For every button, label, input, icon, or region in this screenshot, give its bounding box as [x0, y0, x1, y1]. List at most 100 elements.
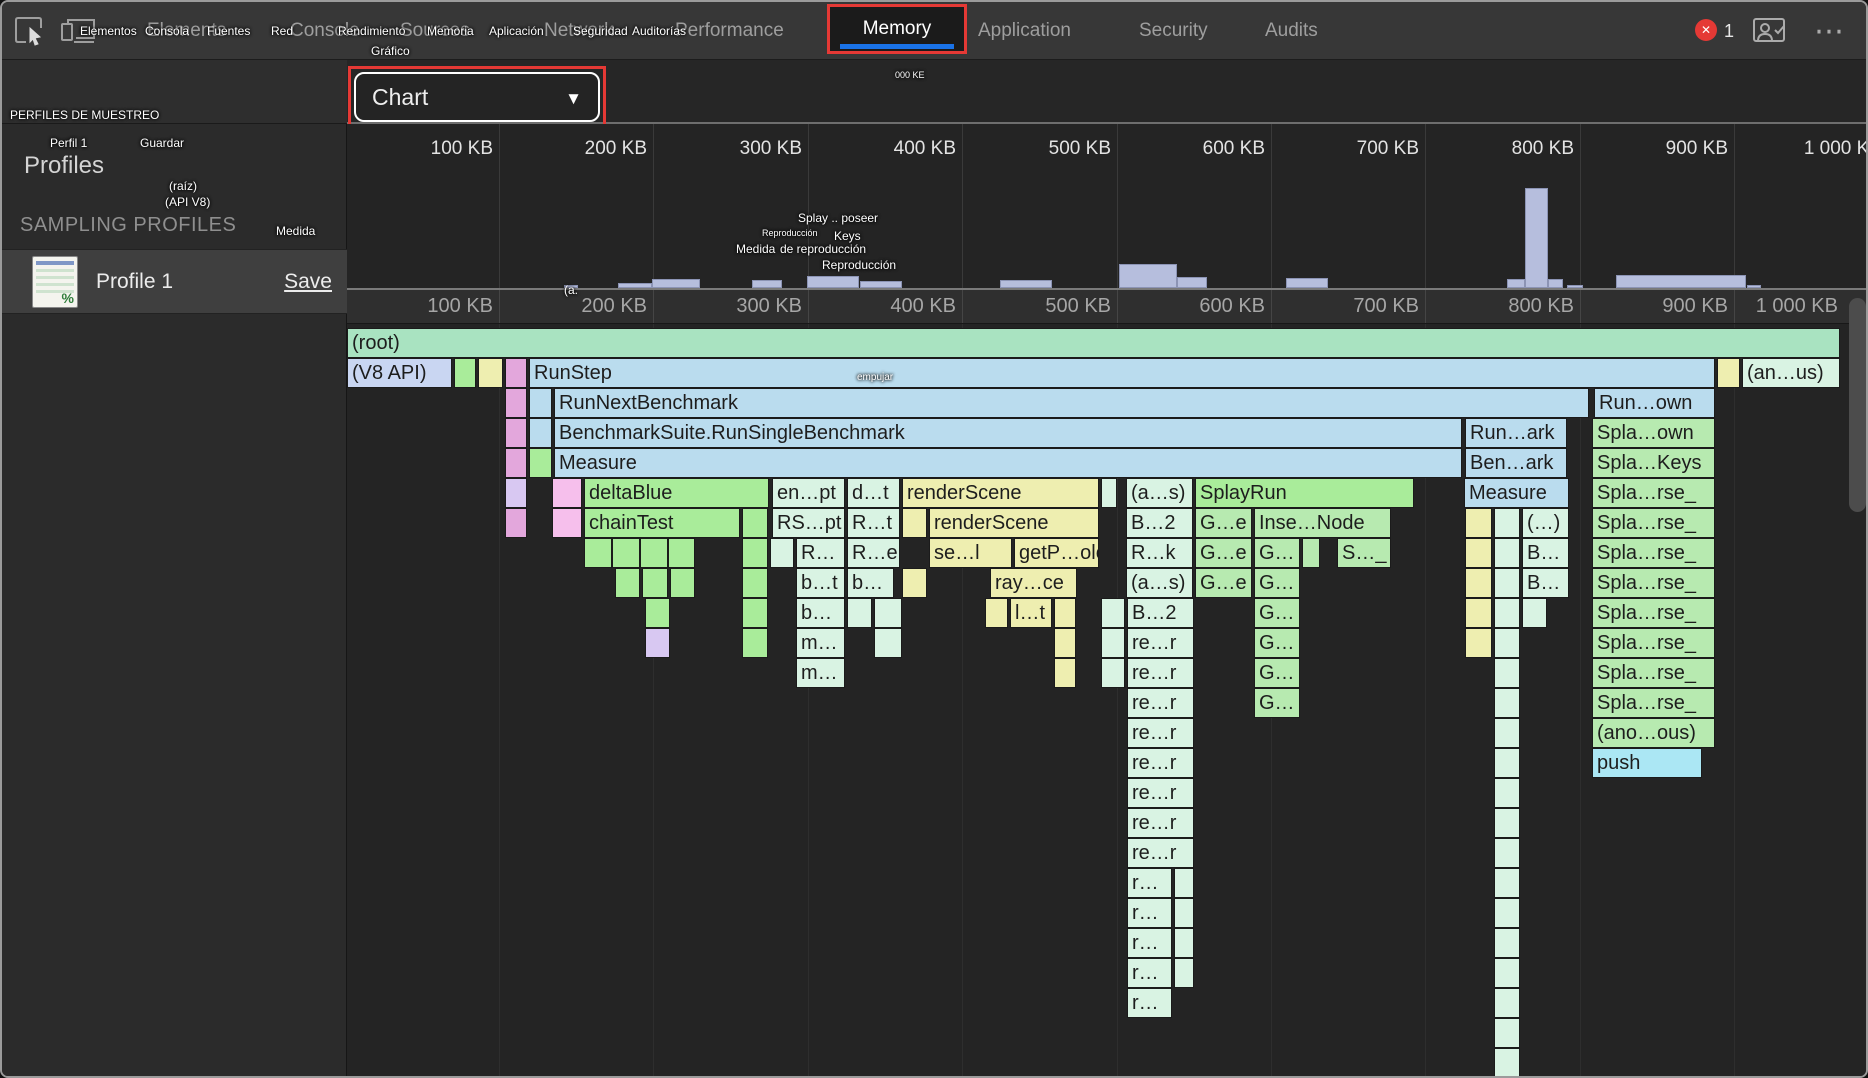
flame-block[interactable]: [505, 448, 527, 478]
flame-block[interactable]: re…r: [1127, 718, 1194, 748]
flame-block[interactable]: RunStep: [529, 358, 1715, 388]
flame-block[interactable]: [742, 598, 768, 628]
flame-block[interactable]: G…e: [1195, 568, 1252, 598]
save-link[interactable]: Save: [284, 270, 332, 294]
flame-block[interactable]: [552, 508, 582, 538]
flame-block[interactable]: re…r: [1127, 808, 1194, 838]
flame-block[interactable]: [1101, 598, 1125, 628]
flame-block[interactable]: Spla…rse_: [1592, 598, 1715, 628]
flame-block[interactable]: [1494, 628, 1520, 658]
flame-block[interactable]: [1101, 478, 1117, 508]
flame-block[interactable]: [874, 598, 902, 628]
flame-block[interactable]: b…t: [796, 568, 845, 598]
flame-block[interactable]: renderScene: [929, 508, 1099, 538]
flame-block[interactable]: [1494, 988, 1520, 1018]
flame-block[interactable]: [1494, 508, 1520, 538]
flame-block[interactable]: [770, 538, 794, 568]
flame-block[interactable]: [1465, 508, 1492, 538]
flame-block[interactable]: re…r: [1127, 838, 1194, 868]
flame-block[interactable]: [1494, 898, 1520, 928]
flame-block[interactable]: [1174, 928, 1194, 958]
flame-block[interactable]: d…t: [847, 478, 900, 508]
flame-block[interactable]: [1494, 658, 1520, 688]
flame-block[interactable]: (a…s): [1126, 568, 1193, 598]
flame-block[interactable]: [529, 448, 552, 478]
flame-block[interactable]: B…: [1522, 568, 1569, 598]
flame-block[interactable]: Spla…own: [1592, 418, 1715, 448]
flame-block[interactable]: (V8 API): [347, 358, 452, 388]
flame-block[interactable]: BenchmarkSuite.RunSingleBenchmark: [554, 418, 1462, 448]
vertical-scrollbar[interactable]: [1849, 298, 1866, 512]
flame-block[interactable]: r…: [1127, 928, 1172, 958]
flame-block[interactable]: G…: [1254, 688, 1300, 718]
flame-block[interactable]: [1494, 538, 1520, 568]
flame-block[interactable]: m…: [796, 628, 845, 658]
flame-block[interactable]: [505, 388, 527, 418]
flame-block[interactable]: [505, 478, 527, 508]
flame-block[interactable]: (an…us): [1742, 358, 1840, 388]
overflow-icon[interactable]: ⋯: [1814, 2, 1846, 60]
flame-block[interactable]: m…: [796, 658, 845, 688]
flame-block[interactable]: re…r: [1127, 748, 1194, 778]
flame-block[interactable]: [1465, 598, 1492, 628]
flame-block[interactable]: [505, 358, 527, 388]
flame-block[interactable]: SplayRun: [1195, 478, 1414, 508]
flame-block[interactable]: chainTest: [584, 508, 740, 538]
tab-application[interactable]: Application: [978, 2, 1071, 60]
flame-block[interactable]: [584, 538, 612, 568]
flame-block[interactable]: [454, 358, 476, 388]
flame-block[interactable]: Inse…Node: [1254, 508, 1391, 538]
flame-block[interactable]: G…: [1254, 628, 1300, 658]
flame-block[interactable]: r…: [1127, 988, 1172, 1018]
flame-block[interactable]: [1174, 868, 1194, 898]
flame-block[interactable]: B…2: [1126, 508, 1193, 538]
flame-block[interactable]: [1465, 628, 1492, 658]
flame-block[interactable]: (a…s): [1126, 478, 1193, 508]
flame-block[interactable]: [1494, 748, 1520, 778]
flame-block[interactable]: [668, 538, 695, 568]
flame-block[interactable]: [1054, 658, 1076, 688]
tab-performance[interactable]: Performance: [675, 2, 784, 60]
flame-block[interactable]: RunNextBenchmark: [554, 388, 1589, 418]
flame-block[interactable]: [1494, 688, 1520, 718]
error-badge-icon[interactable]: ✕: [1695, 19, 1717, 41]
flame-block[interactable]: [1494, 778, 1520, 808]
flame-block[interactable]: r…: [1127, 868, 1172, 898]
flame-block[interactable]: [1494, 928, 1520, 958]
flame-block[interactable]: [1494, 1018, 1520, 1048]
user-icon[interactable]: [1750, 17, 1788, 47]
flame-block[interactable]: en…pt: [772, 478, 845, 508]
flame-block[interactable]: G…e: [1195, 538, 1252, 568]
profile-list-item[interactable]: % Profile 1 Save: [2, 249, 347, 314]
flame-block[interactable]: B…: [1522, 538, 1569, 568]
flame-block[interactable]: [902, 508, 927, 538]
flame-block[interactable]: G…: [1254, 598, 1300, 628]
flame-block[interactable]: R…: [796, 538, 845, 568]
flame-block[interactable]: [1174, 898, 1194, 928]
flame-block[interactable]: [1494, 598, 1520, 628]
flame-block[interactable]: [1494, 718, 1520, 748]
flame-block[interactable]: [1054, 598, 1076, 628]
flame-block[interactable]: S…_: [1337, 538, 1391, 568]
flame-block[interactable]: [742, 538, 768, 568]
flame-block[interactable]: re…r: [1127, 658, 1194, 688]
flame-block[interactable]: [612, 538, 640, 568]
flame-block[interactable]: B…2: [1127, 598, 1194, 628]
flame-block[interactable]: [505, 418, 527, 448]
flame-block[interactable]: [985, 598, 1008, 628]
flame-block[interactable]: [742, 508, 768, 538]
flame-block[interactable]: [1302, 538, 1320, 568]
flame-block[interactable]: [505, 508, 527, 538]
flame-block[interactable]: [552, 478, 582, 508]
flame-block[interactable]: G…: [1254, 658, 1300, 688]
flame-block[interactable]: (root): [347, 328, 1840, 358]
flame-block[interactable]: [1494, 568, 1520, 598]
inspect-icon[interactable]: [14, 16, 46, 46]
flame-block[interactable]: re…r: [1127, 628, 1194, 658]
flame-block[interactable]: [1465, 568, 1492, 598]
flame-block[interactable]: Measure: [1464, 478, 1569, 508]
flame-block[interactable]: [642, 568, 668, 598]
flame-block[interactable]: [1494, 1048, 1520, 1078]
flame-block[interactable]: G…: [1254, 538, 1300, 568]
flame-block[interactable]: push: [1592, 748, 1702, 778]
